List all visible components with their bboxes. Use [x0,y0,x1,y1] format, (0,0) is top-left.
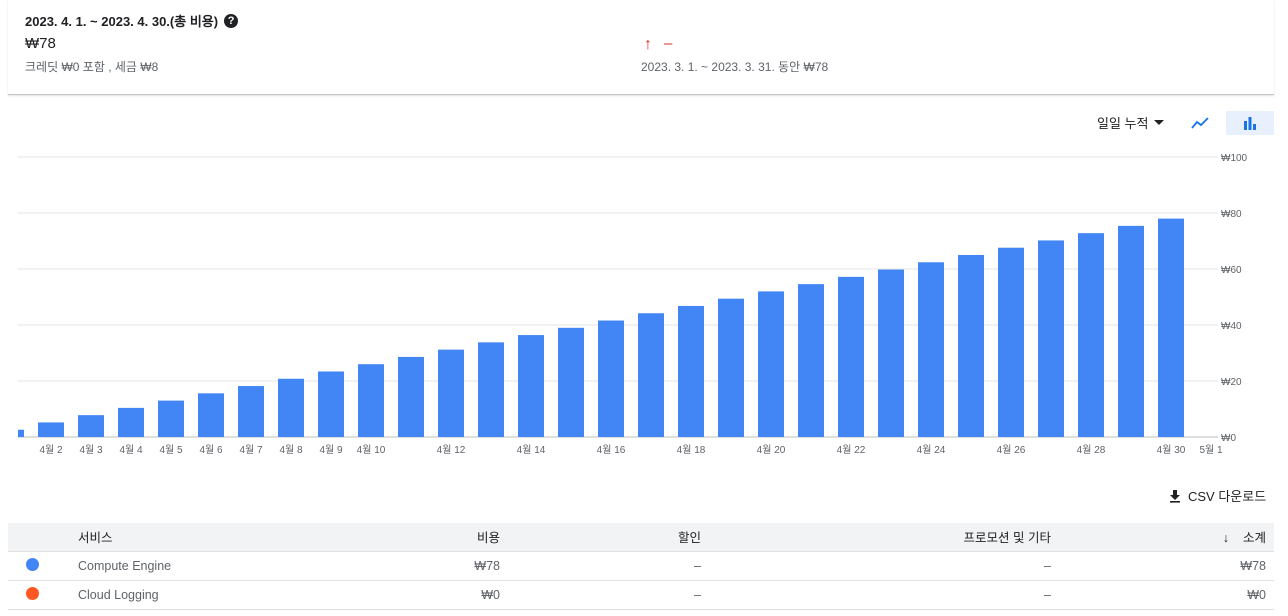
chart-bar [318,371,344,437]
chart-bar [158,400,184,437]
period-header: 2023. 4. 1. ~ 2023. 4. 30.(총 비용) ? [25,11,239,30]
chart-bar [238,386,264,437]
y-tick-label: ₩40 [1221,321,1242,332]
chart-bar [438,349,464,437]
x-tick-label: 4월 9 [319,444,343,456]
chart-bar [678,305,704,437]
chart-bar [198,393,224,437]
table-row[interactable]: Compute Engine ₩78 – – ₩78 [8,551,1274,580]
csv-download-button[interactable]: CSV 다운로드 [1168,486,1266,505]
sort-desc-icon: ↓ [1222,531,1229,546]
header-service[interactable]: 서비스 [77,523,299,551]
arrow-up-icon: ↑ [644,36,652,53]
x-tick-label: 5월 1 [1199,444,1223,456]
service-cost: ₩0 [481,587,500,602]
service-name: Compute Engine [78,558,172,573]
table-header-row: 서비스 비용 할인 프로모션 및 기타 ↓ 소계 [8,523,1274,551]
chart-bar [758,291,784,437]
service-discount: – [694,558,701,573]
x-tick-label: 4월 7 [239,444,263,456]
header-subtotal[interactable]: ↓ 소계 [1052,523,1274,551]
chart-bar [118,407,144,437]
x-tick-label: 4월 2 [39,444,63,456]
caret-down-icon [1154,120,1165,125]
service-cost-table: 서비스 비용 할인 프로모션 및 기타 ↓ 소계 Compute Engine ₩… [8,523,1274,610]
chart-bar [38,422,64,437]
y-tick-label: ₩0 [1221,433,1236,444]
chart-bar [1078,233,1104,437]
chart-bar [478,342,504,437]
chart-bar [18,429,24,437]
chart-bar [918,262,944,437]
x-tick-label: 4월 22 [837,444,866,456]
header-discount[interactable]: 할인 [500,523,702,551]
service-promotions: – [1044,587,1051,602]
x-tick-label: 4월 28 [1077,444,1106,456]
service-subtotal: ₩0 [1247,587,1266,602]
chart-bar [1158,218,1184,437]
x-tick-label: 4월 4 [119,444,143,456]
period-label: 2023. 4. 1. ~ 2023. 4. 30.(총 비용) [25,14,219,29]
chart-bar [878,269,904,437]
chart-bar [1118,225,1144,437]
bar-chart-icon [1244,117,1256,130]
chart-bar [278,378,304,437]
compare-period-text: 2023. 3. 1. ~ 2023. 3. 31. 동안 ₩78 [641,60,829,74]
view-mode-dropdown[interactable]: 일일 누적 [1097,113,1165,132]
chart-bar [838,276,864,437]
x-tick-label: 4월 6 [199,444,223,456]
chart-bar [1038,240,1064,437]
service-name: Cloud Logging [78,587,159,602]
chart-bar [958,255,984,437]
compare-change: – [664,35,673,52]
series-color-dot [26,586,39,600]
cost-summary-card: 2023. 4. 1. ~ 2023. 4. 30.(총 비용) ? ₩78 크… [8,0,1274,95]
y-tick-label: ₩80 [1221,209,1242,220]
chart-bar [398,356,424,437]
view-mode-label: 일일 누적 [1097,116,1149,131]
service-subtotal: ₩78 [1240,558,1266,573]
chart-bar [558,327,584,437]
download-icon [1170,489,1180,503]
chart-bar [78,415,104,437]
help-icon[interactable]: ? [224,13,239,28]
bar-chart-button[interactable] [1226,111,1274,135]
line-chart-button[interactable] [1188,111,1212,135]
x-tick-label: 4월 8 [279,444,303,456]
y-tick-label: ₩60 [1221,265,1242,276]
x-tick-label: 4월 26 [997,444,1026,456]
chart-bar [518,335,544,437]
header-promotions[interactable]: 프로모션 및 기타 [702,523,1052,551]
x-tick-label: 4월 24 [917,444,946,456]
credit-tax-note: 크레딧 ₩0 포함 , 세금 ₩8 [25,60,159,74]
chart-bar [638,313,664,437]
chart-bar [718,298,744,437]
line-chart-icon [1191,117,1209,129]
x-tick-label: 4월 16 [597,444,626,456]
header-subtotal-label: 소계 [1242,531,1266,546]
table-row[interactable]: Cloud Logging ₩0 – – ₩0 [8,580,1274,609]
x-tick-label: 4월 5 [159,444,183,456]
x-tick-label: 4월 14 [517,444,546,456]
chart-bar [598,320,624,437]
y-tick-label: ₩100 [1221,153,1248,164]
series-color-dot [26,557,39,571]
cost-bar-chart: ₩0 ₩20 ₩40 ₩60 ₩80 ₩100 4월 2 4월 3 4월 4 4월 5 4월 6 4월… [18,153,1248,456]
service-discount: – [694,587,701,602]
header-cost[interactable]: 비용 [299,523,500,551]
total-cost: ₩78 [25,35,56,52]
csv-download-label: CSV 다운로드 [1188,489,1267,504]
x-tick-label: 4월 30 [1157,444,1186,456]
x-tick-label: 4월 18 [677,444,706,456]
x-tick-label: 4월 10 [357,444,386,456]
service-cost: ₩78 [474,558,500,573]
x-tick-label: 4월 12 [437,444,466,456]
chart-bar [798,284,824,437]
service-promotions: – [1044,558,1051,573]
chart-bar [358,364,384,437]
chart-bar [998,247,1024,437]
y-tick-label: ₩20 [1221,377,1242,388]
x-tick-label: 4월 3 [79,444,103,456]
x-tick-label: 4월 20 [757,444,786,456]
